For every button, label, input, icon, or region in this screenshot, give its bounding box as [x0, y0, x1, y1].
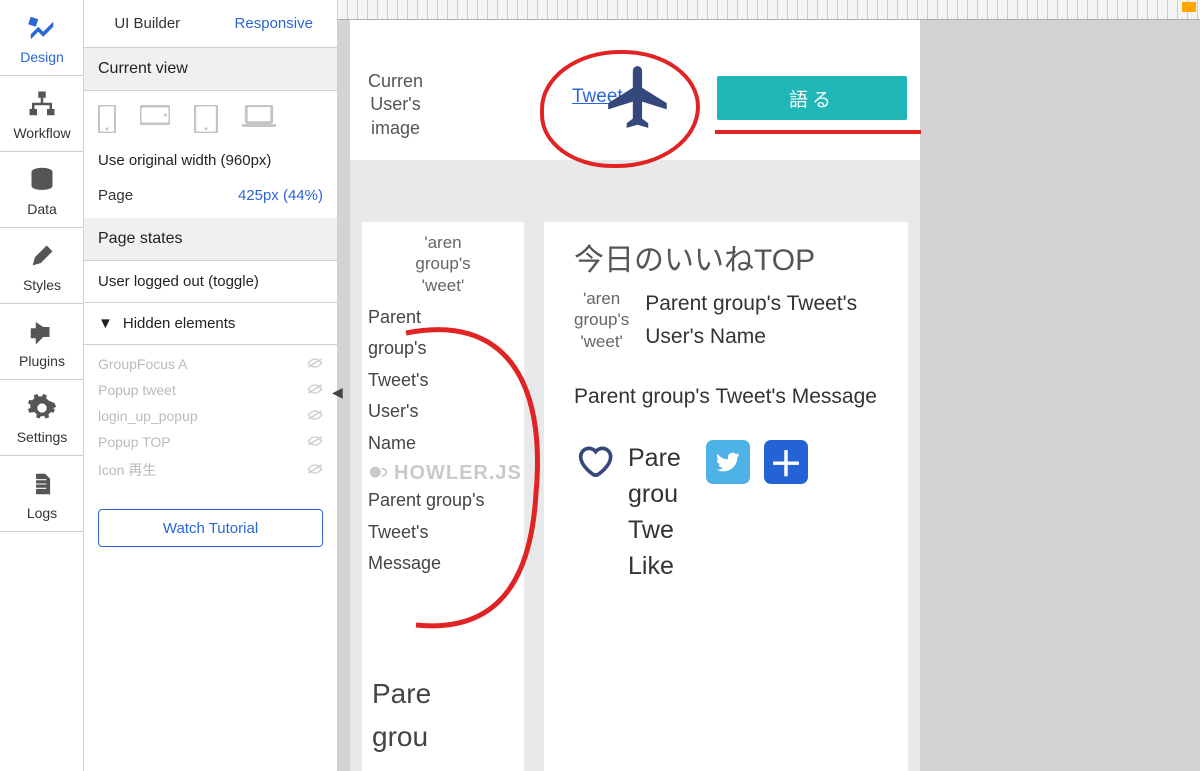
caret-down-icon: ▼ [98, 315, 113, 332]
tablet-icon[interactable] [194, 105, 218, 138]
phone-portrait-icon[interactable] [98, 105, 116, 138]
add-button[interactable]: ＋ [764, 440, 808, 484]
page-states-header: Page states [84, 218, 337, 261]
left-column-card[interactable]: 'aren group's 'weet' Parent group's Twee… [362, 222, 524, 771]
howler-watermark: HOWLER.JS [368, 462, 522, 485]
eye-off-icon [307, 356, 323, 372]
laptop-icon[interactable] [242, 105, 276, 138]
left-truncated-text[interactable]: Pare grou Twe [372, 672, 431, 771]
current-user-image-placeholder[interactable]: Curren User's image [368, 70, 423, 140]
likes-count-text[interactable]: Pare grou Twe Like [628, 440, 692, 585]
tweet-message-right[interactable]: Parent group's Tweet's Message [574, 381, 890, 414]
panel-collapse-caret[interactable]: ◀ [332, 384, 343, 401]
logs-icon [29, 467, 55, 501]
editor-canvas: Curren User's image Tweet 語る 'aren group… [338, 0, 1200, 771]
user-logged-out-toggle[interactable]: User logged out (toggle) [84, 261, 337, 303]
page-width-value[interactable]: 425px (44%) [238, 187, 323, 204]
parent-tweet-image-placeholder-right[interactable]: 'aren group's 'weet' [574, 288, 629, 353]
tweet-message[interactable]: Parent group's Tweet's Message [362, 479, 524, 580]
parent-tweet-image-placeholder[interactable]: 'aren group's 'weet' [362, 222, 524, 302]
hidden-item[interactable]: Icon 再生 [98, 455, 323, 485]
plugins-icon [27, 315, 57, 349]
nav-workflow[interactable]: Workflow [0, 76, 84, 152]
plane-icon[interactable] [602, 60, 676, 139]
heart-icon[interactable] [574, 440, 614, 485]
annotation-underline-button [715, 130, 921, 134]
side-panel: UI Builder Responsive Current view Use o… [84, 0, 338, 771]
hidden-item[interactable]: login_up_popup [98, 403, 323, 429]
hidden-item[interactable]: Popup TOP [98, 429, 323, 455]
nav-data[interactable]: Data [0, 152, 84, 228]
speak-button[interactable]: 語る [717, 76, 907, 120]
settings-icon [28, 391, 56, 425]
watch-tutorial-button[interactable]: Watch Tutorial [98, 509, 323, 547]
styles-icon [28, 239, 56, 273]
eye-off-icon [307, 434, 323, 450]
device-selector [84, 91, 337, 148]
tweet-user-name[interactable]: Parent group's Tweet's User's Name [362, 302, 524, 460]
twitter-share-button[interactable] [706, 440, 750, 484]
nav-styles[interactable]: Styles [0, 228, 84, 304]
page-width-label: Page [98, 187, 133, 204]
original-width-row[interactable]: Use original width (960px) [84, 148, 337, 181]
eye-off-icon [307, 382, 323, 398]
data-icon [28, 163, 56, 197]
right-column-card[interactable]: 今日のいいねTOP 'aren group's 'weet' Parent gr… [544, 222, 908, 771]
hidden-elements-header[interactable]: ▼ Hidden elements [84, 303, 337, 345]
panel-tabs: UI Builder Responsive [84, 0, 337, 48]
current-view-header: Current view [84, 48, 337, 91]
eye-off-icon [307, 462, 323, 478]
nav-design-label: Design [20, 49, 64, 65]
eye-off-icon [307, 408, 323, 424]
phone-landscape-icon[interactable] [140, 105, 170, 138]
tab-ui-builder[interactable]: UI Builder [84, 15, 211, 32]
nav-logs[interactable]: Logs [0, 456, 84, 532]
nav-plugins[interactable]: Plugins [0, 304, 84, 380]
ruler-horizontal [338, 0, 1200, 20]
design-page[interactable]: Curren User's image Tweet 語る 'aren group… [350, 20, 920, 771]
design-icon [27, 11, 57, 45]
today-likes-title[interactable]: 今日のいいねTOP [574, 240, 890, 282]
hidden-elements-list: GroupFocus A Popup tweet login_up_popup … [84, 345, 337, 501]
nav-settings[interactable]: Settings [0, 380, 84, 456]
page-width-row: Page 425px (44%) [84, 181, 337, 218]
nav-design[interactable]: Design [0, 0, 84, 76]
hidden-item[interactable]: GroupFocus A [98, 351, 323, 377]
hidden-item[interactable]: Popup tweet [98, 377, 323, 403]
header-card[interactable]: Curren User's image Tweet 語る [350, 20, 920, 160]
left-nav-rail: Design Workflow Data Styles Plugins Sett… [0, 0, 84, 771]
tweet-user-name-right[interactable]: Parent group's Tweet's User's Name [645, 288, 890, 353]
tab-responsive[interactable]: Responsive [211, 15, 338, 32]
workflow-icon [27, 87, 57, 121]
